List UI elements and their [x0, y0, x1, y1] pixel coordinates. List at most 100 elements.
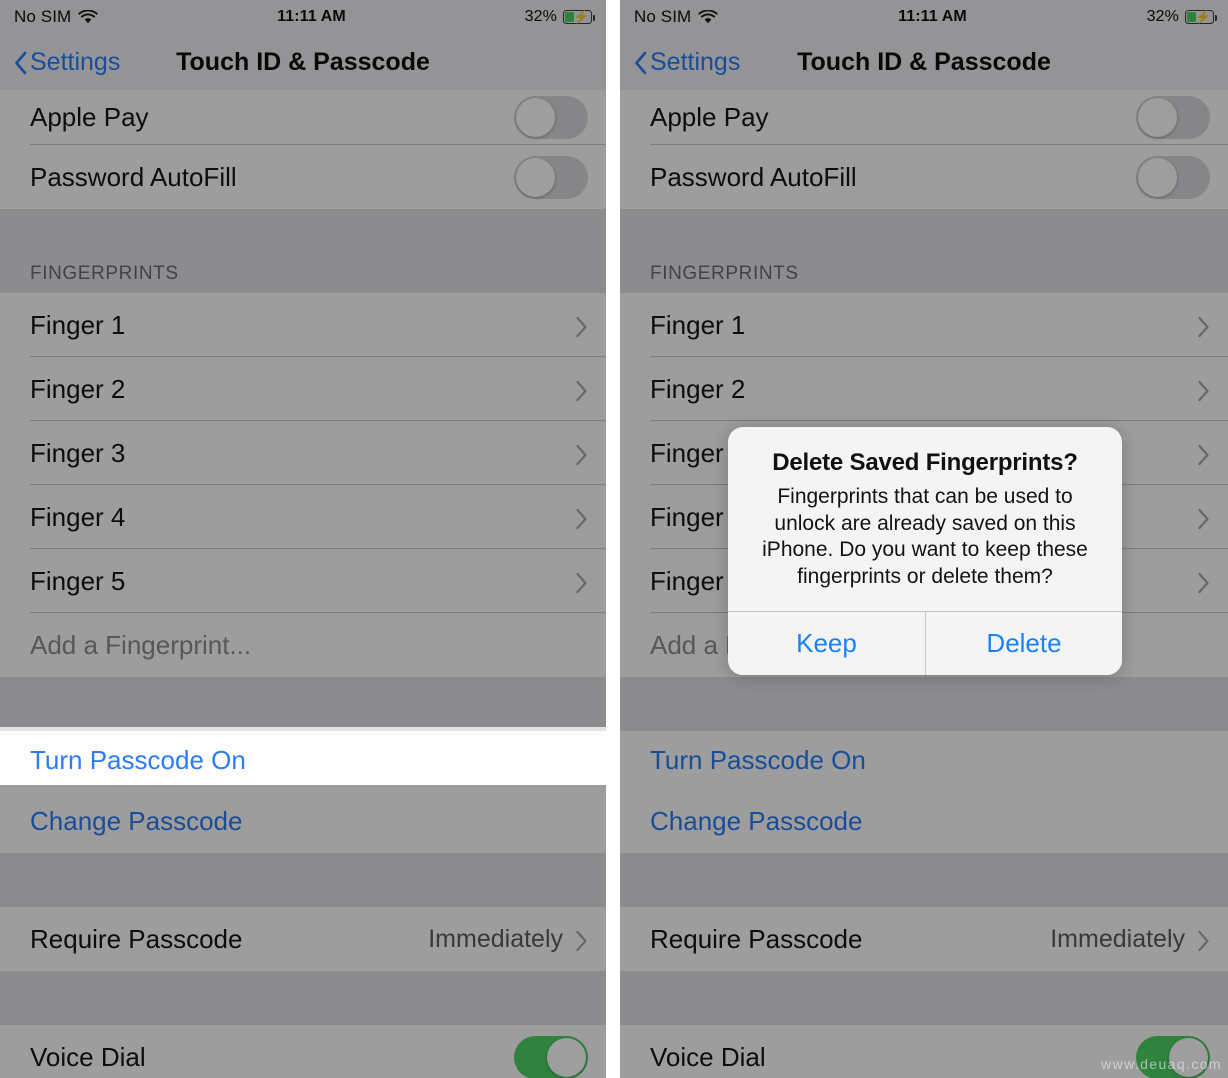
apple-pay-switch[interactable]: [1136, 96, 1210, 139]
chevron-right-icon: [1197, 570, 1210, 594]
panel-separator: [606, 0, 620, 1078]
status-bar-left: No SIM: [14, 7, 98, 27]
keep-button[interactable]: Keep: [728, 611, 925, 675]
row-apple-pay[interactable]: Apple Pay: [620, 90, 1228, 145]
nav-bar: Settings Touch ID & Passcode: [0, 34, 606, 90]
row-turn-passcode-on[interactable]: Turn Passcode On: [620, 731, 1228, 789]
row-label: Apple Pay: [650, 102, 769, 132]
section-header-fingerprints: FINGERPRINTS: [620, 209, 1228, 293]
row-label: Password AutoFill: [650, 161, 857, 192]
wifi-icon: [78, 9, 98, 25]
password-autofill-switch[interactable]: [1136, 155, 1210, 199]
alert-title: Delete Saved Fingerprints?: [772, 449, 1078, 476]
row-change-passcode[interactable]: Change Passcode: [620, 789, 1228, 853]
row-require-passcode[interactable]: Require Passcode Immediately: [0, 907, 606, 971]
battery-percent-label: 32%: [1146, 8, 1179, 25]
group-gap: [620, 971, 1228, 1025]
row-label: Add a Fingerprint...: [30, 629, 252, 660]
section-header-fingerprints: FINGERPRINTS: [0, 209, 606, 293]
alert-message: Fingerprints that can be used to unlock …: [762, 485, 1088, 588]
row-finger-5[interactable]: Finger 5: [0, 549, 606, 613]
row-label: Finger 1: [650, 309, 746, 340]
group-gap: [0, 853, 606, 907]
clock-label: 11:11 AM: [277, 8, 346, 25]
chevron-right-icon: [1197, 442, 1210, 466]
row-finger-2[interactable]: Finger 2: [0, 357, 606, 421]
chevron-right-icon: [575, 570, 588, 594]
row-label: Password AutoFill: [30, 161, 237, 192]
row-label: Change Passcode: [650, 805, 863, 836]
status-bar-right: 32% ⚡: [1146, 8, 1217, 26]
back-button[interactable]: Settings: [14, 48, 120, 77]
row-finger-1[interactable]: Finger 1: [0, 293, 606, 357]
ios-settings-screen-right: No SIM 11:11 AM 32% ⚡ Settings Touch ID …: [620, 0, 1228, 1078]
carrier-label: No SIM: [14, 7, 72, 26]
row-label: Finger 1: [30, 309, 126, 340]
settings-list: Apple Pay Password AutoFill FINGERPRINTS…: [0, 90, 606, 1078]
chevron-right-icon: [1197, 378, 1210, 402]
chevron-right-icon: [575, 378, 588, 402]
require-passcode-value: Immediately: [428, 924, 563, 953]
nav-bar: Settings Touch ID & Passcode: [620, 34, 1228, 90]
battery-charging-icon: ⚡: [563, 10, 595, 24]
alert-actions: Keep Delete: [728, 610, 1122, 675]
group-gap: [620, 677, 1228, 731]
status-bar: No SIM 11:11 AM 32% ⚡: [620, 0, 1228, 34]
row-finger-3[interactable]: Finger 3: [0, 421, 606, 485]
row-finger-4[interactable]: Finger 4: [0, 485, 606, 549]
chevron-right-icon: [575, 314, 588, 338]
chevron-right-icon: [575, 442, 588, 466]
row-change-passcode[interactable]: Change Passcode: [0, 789, 606, 853]
voice-dial-switch[interactable]: [514, 1035, 588, 1078]
alert-body: Delete Saved Fingerprints? Fingerprints …: [728, 427, 1122, 611]
row-label: Turn Passcode On: [30, 744, 246, 775]
row-turn-passcode-on[interactable]: Turn Passcode On: [0, 731, 606, 789]
status-bar: No SIM 11:11 AM 32% ⚡: [0, 0, 606, 34]
row-voice-dial[interactable]: Voice Dial: [0, 1025, 606, 1078]
row-apple-pay[interactable]: Apple Pay: [0, 90, 606, 145]
back-button[interactable]: Settings: [634, 48, 740, 77]
group-gap: [620, 853, 1228, 907]
row-label: Finger 5: [30, 565, 126, 596]
row-finger-2[interactable]: Finger 2: [620, 357, 1228, 421]
chevron-right-icon: [1197, 506, 1210, 530]
wifi-icon: [698, 9, 718, 25]
status-bar-left: No SIM: [634, 7, 718, 27]
battery-percent-label: 32%: [524, 8, 557, 25]
row-password-autofill[interactable]: Password AutoFill: [620, 145, 1228, 209]
status-bar-right: 32% ⚡: [524, 8, 595, 26]
row-finger-1[interactable]: Finger 1: [620, 293, 1228, 357]
row-add-fingerprint[interactable]: Add a Fingerprint...: [0, 613, 606, 677]
screenshot-stage: No SIM 11:11 AM 32% ⚡ Settings Touch ID …: [0, 0, 1228, 1078]
ios-settings-screen-left: No SIM 11:11 AM 32% ⚡ Settings Touch ID …: [0, 0, 606, 1078]
apple-pay-switch[interactable]: [514, 96, 588, 139]
chevron-right-icon: [1197, 928, 1210, 952]
chevron-right-icon: [575, 506, 588, 530]
row-label: Change Passcode: [30, 805, 243, 836]
row-password-autofill[interactable]: Password AutoFill: [0, 145, 606, 209]
group-gap: [0, 971, 606, 1025]
chevron-right-icon: [575, 928, 588, 952]
row-require-passcode[interactable]: Require Passcode Immediately: [620, 907, 1228, 971]
row-label: Apple Pay: [30, 102, 149, 132]
row-label: Require Passcode: [30, 923, 243, 954]
site-watermark: www.deuaq.com: [1101, 1056, 1222, 1072]
section-header-label: FINGERPRINTS: [650, 263, 799, 284]
delete-button[interactable]: Delete: [925, 611, 1122, 675]
row-label: Voice Dial: [650, 1041, 766, 1072]
back-button-label: Settings: [30, 47, 121, 76]
carrier-label: No SIM: [634, 7, 692, 26]
back-button-label: Settings: [650, 47, 741, 76]
chevron-right-icon: [1197, 314, 1210, 338]
chevron-left-icon: [14, 51, 27, 75]
row-label: Voice Dial: [30, 1041, 146, 1072]
row-label: Require Passcode: [650, 923, 863, 954]
delete-fingerprints-alert: Delete Saved Fingerprints? Fingerprints …: [728, 427, 1122, 675]
row-label: Turn Passcode On: [650, 744, 866, 775]
row-label: Finger 4: [30, 501, 126, 532]
phone-panel-left: No SIM 11:11 AM 32% ⚡ Settings Touch ID …: [0, 0, 606, 1078]
password-autofill-switch[interactable]: [514, 155, 588, 199]
phone-panel-right: No SIM 11:11 AM 32% ⚡ Settings Touch ID …: [620, 0, 1228, 1078]
clock-label: 11:11 AM: [898, 8, 967, 25]
section-header-label: FINGERPRINTS: [30, 263, 179, 284]
